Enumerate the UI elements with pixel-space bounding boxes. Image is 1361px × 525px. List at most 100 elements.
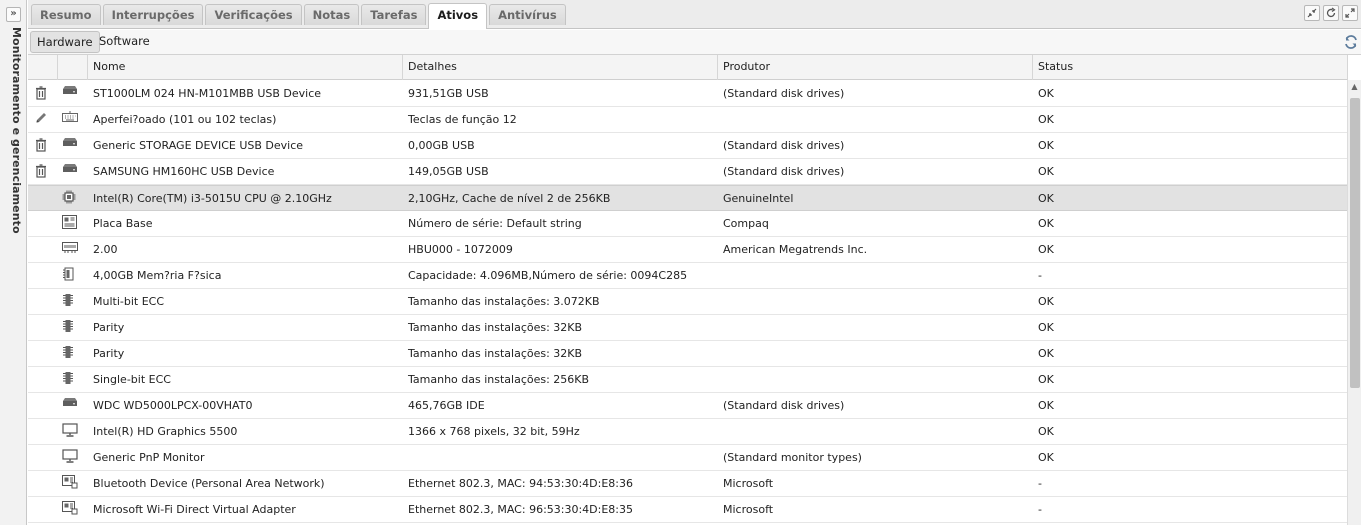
- cell-status: OK: [1038, 113, 1054, 126]
- cell-nome: 4,00GB Mem?ria F?sica: [93, 269, 222, 282]
- pencil-icon[interactable]: [34, 111, 50, 127]
- table-row[interactable]: Parity Tamanho das instalações: 32KB OK: [28, 315, 1348, 341]
- cell-detalhes: 1366 x 768 pixels, 32 bit, 59Hz: [408, 425, 580, 438]
- tab-notas[interactable]: Notas: [303, 4, 360, 25]
- disk-drive-icon: [62, 397, 80, 413]
- cell-nome: Parity: [93, 321, 125, 334]
- subtab-hardware[interactable]: Hardware: [30, 31, 100, 53]
- cell-status: OK: [1038, 425, 1054, 438]
- subtab-toolbar: Hardware Software: [28, 30, 1361, 55]
- tab-tarefas[interactable]: Tarefas: [361, 4, 427, 25]
- cell-produtor: Microsoft: [723, 477, 774, 490]
- disk-drive-icon: [62, 85, 80, 101]
- restore-icon[interactable]: [1323, 5, 1339, 21]
- vertical-scrollbar[interactable]: ▲: [1347, 80, 1361, 525]
- cell-status: OK: [1038, 192, 1054, 205]
- cell-status: OK: [1038, 87, 1054, 100]
- cell-nome: Microsoft Wi-Fi Direct Virtual Adapter: [93, 503, 296, 516]
- cell-nome: Parity: [93, 347, 125, 360]
- table-row[interactable]: Microsoft Wi-Fi Direct Virtual Adapter Et…: [28, 497, 1348, 523]
- header-nome[interactable]: Nome: [88, 55, 403, 80]
- table-row[interactable]: Generic STORAGE DEVICE USB Device 0,00GB …: [28, 133, 1348, 159]
- tab-antivirus[interactable]: Antivírus: [489, 4, 566, 25]
- cell-produtor: (Standard disk drives): [723, 399, 845, 412]
- cell-produtor: [718, 419, 1033, 444]
- memory-chip-icon: [62, 293, 80, 309]
- table-row[interactable]: Generic PnP Monitor (Standard monitor typ…: [28, 445, 1348, 471]
- bios-icon: [62, 241, 80, 257]
- cell-nome: WDC WD5000LPCX-00VHAT0: [93, 399, 253, 412]
- cell-detalhes: 931,51GB USB: [408, 87, 489, 100]
- table-row[interactable]: Placa Base Número de série: Default strin…: [28, 211, 1348, 237]
- disk-drive-icon: [62, 163, 80, 179]
- table-row[interactable]: 4,00GB Mem?ria F?sica Capacidade: 4.096MB…: [28, 263, 1348, 289]
- cell-status: OK: [1038, 451, 1054, 464]
- refresh-icon[interactable]: [1343, 34, 1359, 50]
- scrollbar-thumb[interactable]: [1350, 98, 1360, 388]
- trash-icon[interactable]: [34, 137, 50, 153]
- tab-ativos[interactable]: Ativos: [428, 3, 488, 29]
- cell-produtor: (Standard disk drives): [723, 165, 845, 178]
- cell-detalhes: 2,10GHz, Cache de nível 2 de 256KB: [408, 192, 611, 205]
- cell-status: OK: [1038, 347, 1054, 360]
- cell-nome: Intel(R) HD Graphics 5500: [93, 425, 238, 438]
- cell-detalhes: [403, 445, 718, 470]
- collapse-icon[interactable]: [1304, 5, 1320, 21]
- network-adapter-icon: [62, 501, 80, 517]
- cell-produtor: [718, 107, 1033, 132]
- table-row[interactable]: WDC WD5000LPCX-00VHAT0 465,76GB IDE (Stand…: [28, 393, 1348, 419]
- cell-detalhes: Tamanho das instalações: 32KB: [408, 347, 583, 360]
- monitor-icon: [62, 423, 80, 439]
- header-produtor[interactable]: Produtor: [718, 55, 1033, 80]
- cell-nome: Intel(R) Core(TM) i3-5015U CPU @ 2.10GHz: [93, 192, 332, 205]
- cell-status: OK: [1038, 399, 1054, 412]
- cell-nome: SAMSUNG HM160HC USB Device: [93, 165, 275, 178]
- cell-status: -: [1038, 269, 1042, 282]
- tab-resumo[interactable]: Resumo: [31, 4, 101, 25]
- tab-verificacoes[interactable]: Verificações: [205, 4, 302, 25]
- main-panel: Resumo Interrupções Verificações Notas Taref…: [28, 0, 1361, 525]
- header-status[interactable]: Status: [1033, 55, 1348, 80]
- table-row[interactable]: Single-bit ECC Tamanho das instalações: 2…: [28, 367, 1348, 393]
- scroll-up-icon[interactable]: ▲: [1350, 82, 1359, 91]
- cell-produtor: [718, 315, 1033, 340]
- cell-detalhes: 149,05GB USB: [408, 165, 489, 178]
- memory-module-icon: [62, 267, 80, 283]
- cell-produtor: American Megatrends Inc.: [723, 243, 868, 256]
- expand-icon[interactable]: [1342, 5, 1358, 21]
- table-row[interactable]: 2.00 HBU000 - 1072009 American Megatrends …: [28, 237, 1348, 263]
- table-row[interactable]: ST1000LM 024 HN-M101MBB USB Device 931,51…: [28, 81, 1348, 107]
- trash-icon[interactable]: [34, 85, 50, 101]
- table-row[interactable]: Bluetooth Device (Personal Area Network)…: [28, 471, 1348, 497]
- cell-produtor: (Standard monitor types): [723, 451, 862, 464]
- cell-status: OK: [1038, 295, 1054, 308]
- cell-detalhes: Número de série: Default string: [408, 217, 582, 230]
- cell-detalhes: Ethernet 802.3, MAC: 96:53:30:4D:E8:35: [408, 503, 634, 516]
- cell-produtor: (Standard disk drives): [723, 139, 845, 152]
- table-row[interactable]: SAMSUNG HM160HC USB Device 149,05GB USB (S…: [28, 159, 1348, 185]
- table-row[interactable]: Intel(R) HD Graphics 5500 1366 x 768 pixe…: [28, 419, 1348, 445]
- expand-panel-button[interactable]: »: [6, 7, 21, 22]
- trash-icon[interactable]: [34, 163, 50, 179]
- cell-produtor: (Standard disk drives): [723, 87, 845, 100]
- cell-nome: Generic STORAGE DEVICE USB Device: [93, 139, 304, 152]
- cell-status: -: [1038, 477, 1042, 490]
- tab-bar: Resumo Interrupções Verificações Notas Taref…: [28, 0, 1361, 29]
- cpu-icon: [62, 190, 80, 206]
- tab-interrupcoes[interactable]: Interrupções: [102, 4, 204, 25]
- cell-produtor: [718, 263, 1033, 288]
- table-row[interactable]: Parity Tamanho das instalações: 32KB OK: [28, 341, 1348, 367]
- table-row[interactable]: Multi-bit ECC Tamanho das instalações: 3.…: [28, 289, 1348, 315]
- monitor-icon: [62, 449, 80, 465]
- cell-detalhes: Tamanho das instalações: 3.072KB: [408, 295, 600, 308]
- memory-chip-icon: [62, 319, 80, 335]
- table-row[interactable]: Intel(R) Core(TM) i3-5015U CPU @ 2.10GHz…: [28, 185, 1348, 211]
- cell-detalhes: Capacidade: 4.096MB,Número de série: 009…: [408, 269, 688, 282]
- header-detalhes[interactable]: Detalhes: [403, 55, 718, 80]
- cell-nome: Bluetooth Device (Personal Area Network): [93, 477, 325, 490]
- table-row[interactable]: Aperfei?oado (101 ou 102 teclas) Teclas d…: [28, 107, 1348, 133]
- cell-status: OK: [1038, 165, 1054, 178]
- cell-produtor: Compaq: [723, 217, 769, 230]
- side-panel: » Monitoramento e gerenciamento: [0, 0, 27, 525]
- subtab-software[interactable]: Software: [93, 31, 156, 53]
